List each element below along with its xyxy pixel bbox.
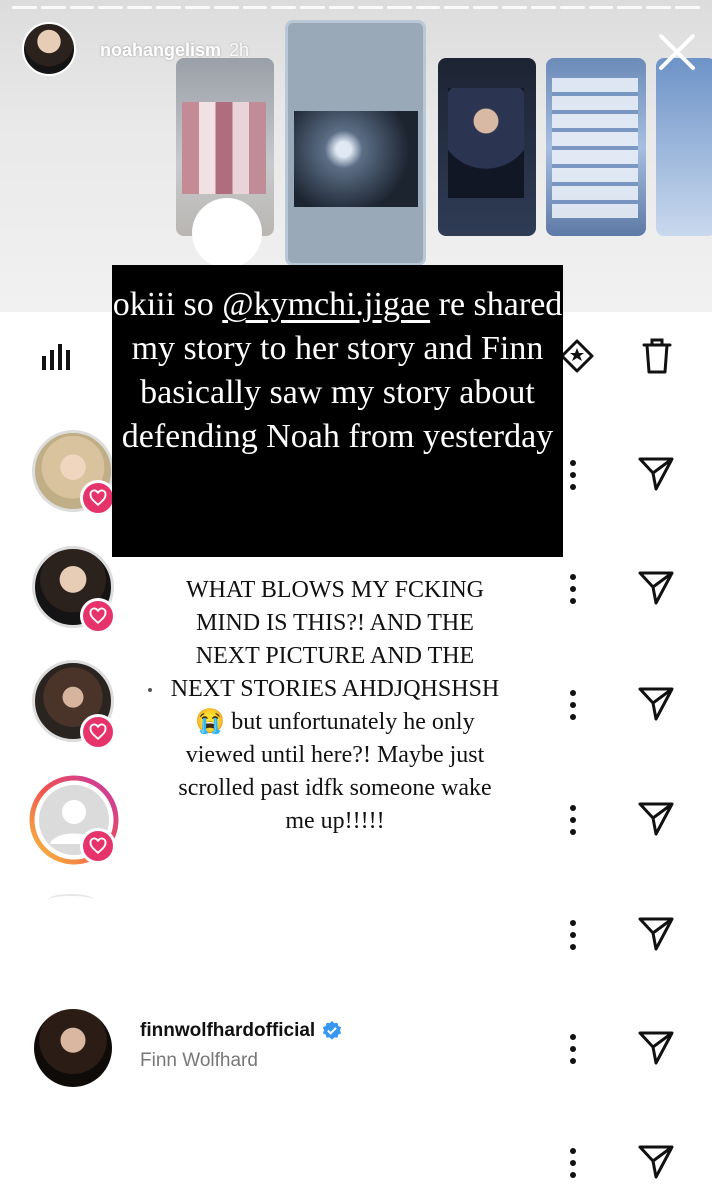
more-icon[interactable]: [566, 1146, 580, 1180]
body-overlay-text: WHAT BLOWS MY FCKING MIND IS THIS?! AND …: [170, 577, 500, 834]
more-icon[interactable]: [566, 1032, 580, 1066]
verified-icon: [323, 1020, 342, 1040]
scribble-overlay: [192, 198, 262, 268]
story-thumbnail-current[interactable]: [285, 20, 426, 266]
viewer-avatar-finn[interactable]: [34, 1009, 112, 1087]
thumbnail-photo: [448, 88, 524, 198]
heart-icon: [89, 837, 107, 854]
viewer-username-text: finnwolfhardofficial: [140, 1020, 316, 1042]
caption-overlay: okiii so @kymchi.jigae re shared my stor…: [112, 265, 563, 557]
heart-icon: [89, 489, 107, 506]
story-thumbnail-4[interactable]: [546, 58, 646, 236]
viewer-full-name: Finn Wolfhard: [140, 1050, 258, 1071]
heart-icon: [89, 723, 107, 740]
thumbnail-photo: [294, 111, 418, 207]
trash-icon[interactable]: [638, 336, 676, 376]
story-thumbnail-3[interactable]: [438, 58, 536, 236]
send-icon[interactable]: [636, 798, 676, 838]
close-icon[interactable]: [655, 30, 699, 74]
send-icon[interactable]: [636, 683, 676, 723]
more-icon[interactable]: [566, 572, 580, 606]
viewer-username[interactable]: finnwolfhardofficial: [140, 1020, 343, 1042]
scribble-mark: [147, 687, 153, 693]
story-progress-bar: [12, 6, 700, 9]
stats-icon[interactable]: [40, 340, 72, 372]
mention-link[interactable]: @kymchi.jigae: [222, 286, 430, 323]
more-icon[interactable]: [566, 918, 580, 952]
heart-icon: [89, 607, 107, 624]
more-icon[interactable]: [566, 458, 580, 492]
profile-avatar[interactable]: [22, 22, 76, 76]
send-icon[interactable]: [636, 567, 676, 607]
like-badge: [80, 598, 116, 634]
like-badge: [80, 714, 116, 750]
story-time: 2h: [229, 40, 250, 60]
send-icon[interactable]: [636, 1027, 676, 1067]
caption-text-start: okiii so: [112, 286, 223, 323]
highlight-icon[interactable]: [558, 336, 596, 374]
thumbnail-photo: [552, 78, 638, 218]
username-label: noahangelism: [100, 40, 222, 60]
thumbnail-photo: [182, 102, 266, 194]
viewer-avatar-hidden: [48, 894, 94, 906]
send-icon[interactable]: [636, 453, 676, 493]
more-icon[interactable]: [566, 688, 580, 722]
story-thumbnail-5[interactable]: [656, 58, 712, 236]
send-icon[interactable]: [636, 1141, 676, 1181]
like-badge: [80, 480, 116, 516]
like-badge: [80, 828, 116, 864]
more-icon[interactable]: [566, 803, 580, 837]
send-icon[interactable]: [636, 913, 676, 953]
